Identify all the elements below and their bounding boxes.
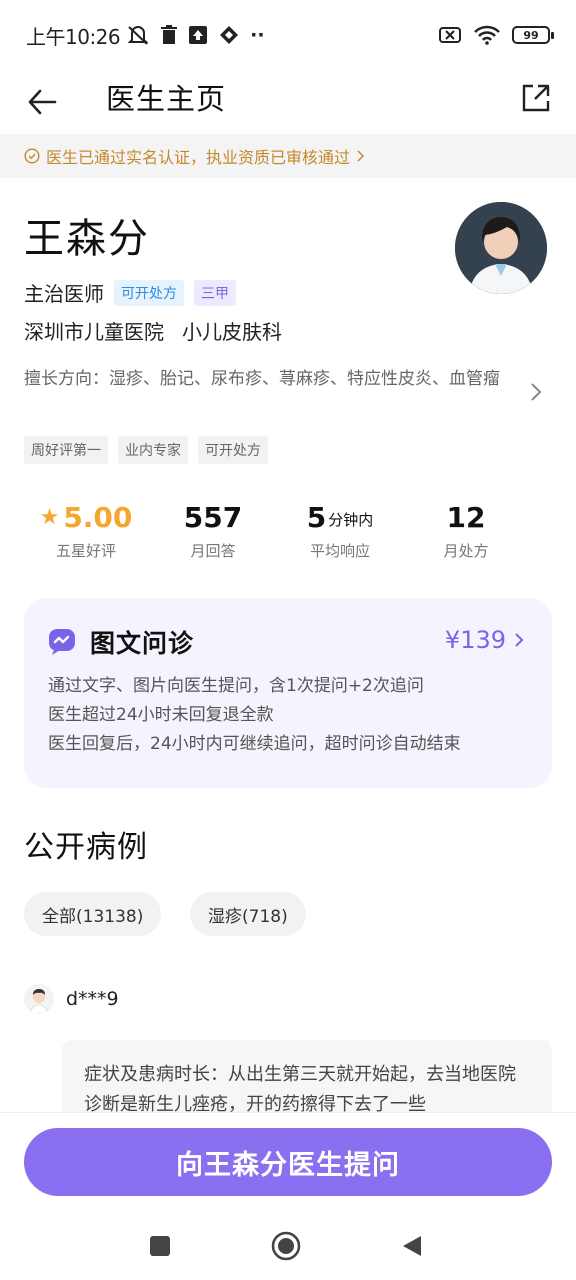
stat-rating: ★ 5.00 五星好评 (26, 496, 146, 561)
battery-indicator: 99 (512, 26, 554, 44)
prescribe-tag: 可开处方 (114, 279, 184, 306)
stats-row: ★ 5.00 五星好评 557 月回答 5 分钟内 平均响应 12 月处方 (0, 496, 576, 566)
doctor-title: 主治医师 (24, 282, 104, 306)
hospital-name: 深圳市儿童医院 (24, 320, 164, 344)
share-icon (522, 84, 550, 112)
doctor-name: 王森分 (24, 216, 150, 262)
status-right: 99 (438, 25, 554, 45)
check-circle-icon (24, 148, 40, 164)
honor-tags: 周好评第一 业内专家 可开处方 (24, 436, 268, 464)
arrow-left-icon (28, 89, 57, 115)
response-unit: 分钟内 (328, 511, 374, 529)
stat-prescriptions: 12 月处方 (406, 496, 526, 561)
chevron-right-icon[interactable] (530, 382, 542, 402)
user-avatar (24, 984, 54, 1014)
case-username: d***9 (66, 988, 119, 1010)
system-nav-bar (0, 1212, 576, 1280)
hospital-grade-tag: 三甲 (194, 279, 236, 306)
rating-value: 5.00 (63, 501, 133, 534)
doctor-avatar (455, 202, 547, 294)
filter-all[interactable]: 全部(13138) (24, 892, 162, 936)
back-button[interactable] (24, 80, 60, 124)
star-icon: ★ (39, 505, 60, 530)
consult-line: 医生超过24小时未回复退全款 (48, 705, 274, 725)
ask-doctor-button[interactable]: 向王森分医生提问 (24, 1128, 552, 1196)
home-circle-icon (271, 1231, 301, 1261)
price-value: ¥139 (444, 626, 506, 654)
share-button[interactable] (518, 78, 554, 118)
prescriptions-value: 12 (446, 501, 486, 534)
sim-error-icon (439, 27, 461, 43)
stat-response: 5 分钟内 平均响应 (280, 496, 400, 561)
recent-apps-button[interactable] (144, 1230, 176, 1262)
response-label: 平均响应 (309, 542, 370, 560)
chat-bubble-icon (49, 629, 75, 655)
specialty-text[interactable]: 擅长方向：湿疹、胎记、尿布疹、荨麻疹、特应性皮炎、血管瘤 (24, 366, 514, 393)
bottom-action-bar: 向王森分医生提问 (0, 1112, 576, 1212)
more-notifications: ·· (250, 24, 265, 46)
home-button[interactable] (270, 1230, 302, 1262)
back-nav-button[interactable] (396, 1230, 428, 1262)
page-title: 医生主页 (106, 82, 227, 116)
doctor-title-row: 主治医师 可开处方 三甲 (24, 278, 236, 307)
case-text: 症状及患病时长：从出生第三天就开始起，去当地医院诊断是新生儿痤疮，开的药擦得下去… (84, 1064, 516, 1115)
hospital-row: 深圳市儿童医院 小儿皮肤科 (24, 316, 282, 345)
filter-eczema[interactable]: 湿疹(718) (190, 892, 306, 936)
consult-title: 图文问诊 (90, 629, 195, 658)
department-name: 小儿皮肤科 (182, 320, 282, 344)
response-value: 5 (306, 501, 327, 534)
mute-icon (127, 26, 149, 45)
verification-banner[interactable]: 医生已通过实名认证，执业资质已审核通过 (0, 134, 576, 178)
prescriptions-label: 月处方 (443, 542, 489, 560)
honor-tag: 周好评第一 (24, 436, 108, 464)
consult-price: ¥139 (445, 626, 524, 654)
app-header: 医生主页 (0, 70, 576, 134)
case-user: d***9 (24, 984, 119, 1014)
case-content[interactable]: 症状及患病时长：从出生第三天就开始起，去当地医院诊断是新生儿痤疮，开的药擦得下去… (62, 1040, 552, 1120)
app-notification-icon (220, 26, 239, 44)
stat-answers: 557 月回答 (153, 496, 273, 561)
verification-text: 医生已通过实名认证，执业资质已审核通过 (46, 148, 351, 167)
triangle-back-icon (403, 1236, 421, 1256)
rating-label: 五星好评 (55, 542, 116, 560)
trash-icon (161, 25, 178, 44)
consult-card[interactable]: 图文问诊 ¥139 通过文字、图片向医生提问，含1次提问+2次追问 医生超过24… (24, 598, 552, 788)
answers-label: 月回答 (190, 542, 236, 560)
upload-icon (189, 26, 208, 44)
status-bar: 上午10:26 ·· 99 (0, 0, 576, 70)
consult-line: 医生回复后，24小时内可继续追问，超时问诊自动结束 (48, 734, 461, 754)
consult-line: 通过文字、图片向医生提问，含1次提问+2次追问 (48, 676, 424, 696)
consult-description: 通过文字、图片向医生提问，含1次提问+2次追问 医生超过24小时未回复退全款 医… (48, 672, 461, 759)
cases-section-title: 公开病例 (24, 830, 148, 865)
honor-tag: 可开处方 (198, 436, 268, 464)
chevron-right-icon (357, 150, 365, 162)
status-time: 上午10:26 (26, 24, 121, 49)
answers-value: 557 (183, 501, 243, 534)
chevron-right-icon (515, 633, 524, 647)
square-icon (150, 1236, 170, 1256)
wifi-icon (474, 25, 500, 45)
honor-tag: 业内专家 (118, 436, 188, 464)
status-icons: ·· (126, 24, 265, 46)
